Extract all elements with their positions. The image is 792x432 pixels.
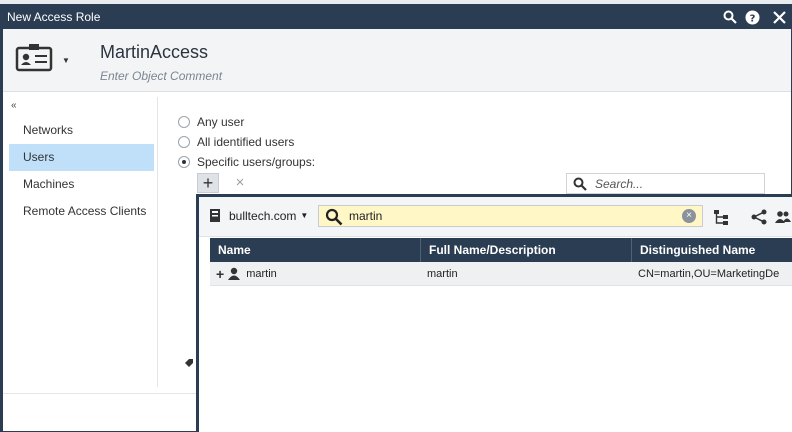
user-picker-popup: bulltech.com ▼ martin × Name Full Name/D… [196, 194, 792, 432]
picker-search-value: martin [349, 209, 383, 223]
object-name[interactable]: MartinAccess [100, 42, 208, 63]
close-icon[interactable] [770, 8, 788, 26]
row-name: martin [246, 267, 277, 280]
cell-name: + martin [210, 266, 421, 282]
column-header-name[interactable]: Name [210, 238, 421, 262]
results-table: Name Full Name/Description Distinguished… [210, 238, 792, 286]
object-header: ▼ MartinAccess Enter Object Comment [3, 29, 791, 92]
tree-icon[interactable] [713, 209, 731, 227]
clear-search-icon[interactable]: × [682, 209, 696, 223]
radio-label: All identified users [197, 135, 295, 149]
object-comment-field[interactable]: Enter Object Comment [100, 69, 222, 83]
chevron-down-icon: ▼ [300, 211, 309, 220]
table-row[interactable]: + martin martin CN=martin,OU=MarketingDe [210, 262, 792, 286]
user-scope-options: Any user All identified users Specific u… [178, 112, 315, 172]
picker-search-input[interactable]: martin × [318, 205, 703, 227]
tag-icon[interactable] [184, 357, 194, 371]
cell-full-name: martin [427, 267, 458, 280]
nav-item-networks[interactable]: Networks [9, 117, 154, 144]
radio-button[interactable] [178, 116, 190, 128]
chevron-down-icon[interactable]: ▼ [62, 56, 70, 65]
column-header-full-name[interactable]: Full Name/Description [421, 238, 632, 262]
cell-dn: CN=martin,OU=MarketingDe [638, 267, 780, 280]
radio-button-selected[interactable] [178, 156, 190, 168]
nav-item-remote-access-clients[interactable]: Remote Access Clients [9, 198, 154, 225]
svg-text:?: ? [749, 13, 755, 24]
search-icon [325, 208, 343, 226]
radio-specific-users[interactable]: Specific users/groups: [178, 152, 315, 172]
radio-label: Specific users/groups: [197, 155, 316, 169]
window-title: New Access Role [7, 10, 101, 24]
window-titlebar: New Access Role ? [3, 5, 791, 29]
add-icon[interactable]: + [216, 266, 224, 282]
domain-selector[interactable]: bulltech.com ▼ [209, 208, 308, 223]
column-header-dn[interactable]: Distinguished Name [632, 238, 792, 262]
collapse-nav-icon[interactable]: « [11, 100, 17, 111]
add-button[interactable]: + [197, 173, 219, 193]
search-placeholder: Search... [595, 177, 644, 191]
search-icon[interactable] [721, 8, 739, 26]
remove-button[interactable]: × [232, 174, 248, 192]
share-icon[interactable] [751, 209, 769, 227]
radio-label: Any user [197, 115, 245, 129]
radio-button[interactable] [178, 136, 190, 148]
server-icon [210, 209, 220, 222]
user-picker-body: bulltech.com ▼ martin × Name Full Name/D… [199, 197, 792, 432]
search-icon [573, 177, 587, 191]
radio-all-identified-users[interactable]: All identified users [178, 132, 315, 152]
nav-item-machines[interactable]: Machines [9, 171, 154, 198]
user-icon [228, 267, 241, 280]
users-search-input[interactable]: Search... [566, 173, 765, 194]
nav-item-users[interactable]: Users [9, 144, 154, 171]
nav-divider [157, 97, 158, 387]
picker-toolbar: bulltech.com ▼ martin × [199, 197, 792, 237]
footer-divider [3, 393, 198, 394]
users-icon[interactable] [775, 209, 792, 227]
radio-any-user[interactable]: Any user [178, 112, 315, 132]
domain-label: bulltech.com [229, 208, 297, 223]
table-header: Name Full Name/Description Distinguished… [210, 238, 792, 262]
id-card-icon[interactable] [14, 43, 64, 79]
help-icon[interactable]: ? [743, 8, 761, 26]
side-nav: Networks Users Machines Remote Access Cl… [9, 117, 154, 225]
